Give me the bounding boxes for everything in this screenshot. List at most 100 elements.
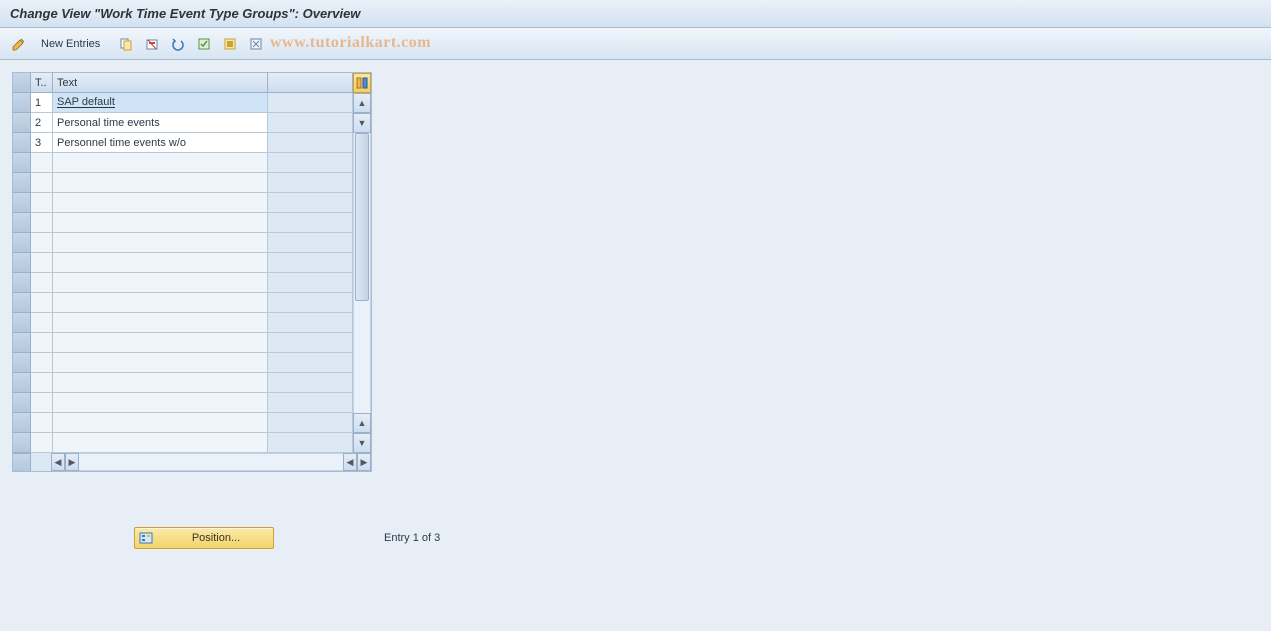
scroll-track[interactable] (353, 133, 371, 413)
cell-type[interactable] (31, 173, 53, 193)
table-row[interactable]: 2Personal time events (13, 113, 353, 133)
row-selector[interactable] (13, 273, 31, 293)
row-selector[interactable] (13, 213, 31, 233)
cell-text[interactable]: SAP default (53, 93, 268, 113)
row-selector[interactable] (13, 93, 31, 113)
cell-text[interactable] (53, 293, 268, 313)
row-selector[interactable] (13, 393, 31, 413)
cell-text[interactable]: Personnel time events w/o (53, 133, 268, 153)
row-selector[interactable] (13, 313, 31, 333)
row-selector[interactable] (13, 293, 31, 313)
cell-text[interactable] (53, 193, 268, 213)
table-row-empty[interactable] (13, 393, 353, 413)
cell-text[interactable] (53, 213, 268, 233)
row-selector[interactable] (13, 233, 31, 253)
vertical-scrollbar[interactable]: ▲ ▼ ▲ ▼ (353, 93, 371, 453)
row-selector[interactable] (13, 433, 31, 453)
horizontal-scrollbar[interactable]: ◀ ▶ ◀ ▶ (13, 453, 371, 471)
cell-text[interactable]: Personal time events (53, 113, 268, 133)
scroll-right-end-icon[interactable]: ▶ (357, 453, 371, 471)
table-row-empty[interactable] (13, 253, 353, 273)
scroll-left-end-icon[interactable]: ◀ (343, 453, 357, 471)
hscroll-track[interactable] (79, 453, 343, 471)
table-row-empty[interactable] (13, 293, 353, 313)
cell-text[interactable] (53, 333, 268, 353)
cell-type[interactable] (31, 393, 53, 413)
change-icon[interactable] (8, 33, 30, 55)
row-selector[interactable] (13, 333, 31, 353)
row-selector-header[interactable] (13, 73, 31, 93)
row-selector[interactable] (13, 253, 31, 273)
table-row-empty[interactable] (13, 193, 353, 213)
scroll-up-end-icon[interactable]: ▲ (353, 413, 371, 433)
cell-type[interactable]: 1 (31, 93, 53, 113)
new-entries-button[interactable]: New Entries (34, 33, 107, 55)
scroll-left-icon[interactable]: ◀ (51, 453, 65, 471)
cell-type[interactable] (31, 253, 53, 273)
cell-text[interactable] (53, 393, 268, 413)
cell-type[interactable] (31, 293, 53, 313)
row-selector[interactable] (13, 113, 31, 133)
row-selector[interactable] (13, 353, 31, 373)
column-header-text[interactable]: Text (53, 73, 268, 93)
scroll-down-icon[interactable]: ▼ (353, 113, 371, 133)
cell-type[interactable] (31, 233, 53, 253)
table-row-empty[interactable] (13, 413, 353, 433)
table-row-empty[interactable] (13, 273, 353, 293)
cell-type[interactable] (31, 313, 53, 333)
deselect-all-icon[interactable] (245, 33, 267, 55)
cell-type[interactable] (31, 413, 53, 433)
cell-spacer (268, 293, 353, 313)
table-row[interactable]: 1SAP default (13, 93, 353, 113)
table-row-empty[interactable] (13, 313, 353, 333)
column-header-type[interactable]: T.. (31, 73, 53, 93)
cell-type[interactable] (31, 153, 53, 173)
cell-text[interactable] (53, 353, 268, 373)
table-row-empty[interactable] (13, 153, 353, 173)
scroll-thumb[interactable] (355, 133, 369, 301)
row-selector[interactable] (13, 373, 31, 393)
table-row-empty[interactable] (13, 333, 353, 353)
row-selector[interactable] (13, 153, 31, 173)
table-row[interactable]: 3Personnel time events w/o (13, 133, 353, 153)
delete-icon[interactable] (141, 33, 163, 55)
cell-type[interactable] (31, 433, 53, 453)
cell-text[interactable] (53, 313, 268, 333)
cell-type[interactable] (31, 213, 53, 233)
table-settings-icon[interactable] (353, 73, 371, 93)
select-all-icon[interactable] (193, 33, 215, 55)
table-row-empty[interactable] (13, 173, 353, 193)
cell-type[interactable] (31, 193, 53, 213)
scroll-right-icon[interactable]: ▶ (65, 453, 79, 471)
row-selector[interactable] (13, 413, 31, 433)
cell-type[interactable] (31, 373, 53, 393)
cell-text[interactable] (53, 373, 268, 393)
table-row-empty[interactable] (13, 433, 353, 453)
cell-text[interactable] (53, 233, 268, 253)
row-selector[interactable] (13, 133, 31, 153)
table-row-empty[interactable] (13, 353, 353, 373)
undo-icon[interactable] (167, 33, 189, 55)
cell-text[interactable] (53, 253, 268, 273)
copy-icon[interactable] (115, 33, 137, 55)
cell-type[interactable] (31, 353, 53, 373)
scroll-up-icon[interactable]: ▲ (353, 93, 371, 113)
cell-type[interactable]: 3 (31, 133, 53, 153)
cell-text[interactable] (53, 173, 268, 193)
watermark-text: www.tutorialkart.com (270, 34, 431, 52)
cell-text[interactable] (53, 273, 268, 293)
cell-type[interactable]: 2 (31, 113, 53, 133)
cell-text[interactable] (53, 413, 268, 433)
scroll-down-end-icon[interactable]: ▼ (353, 433, 371, 453)
table-row-empty[interactable] (13, 233, 353, 253)
row-selector[interactable] (13, 193, 31, 213)
table-row-empty[interactable] (13, 373, 353, 393)
table-row-empty[interactable] (13, 213, 353, 233)
select-block-icon[interactable] (219, 33, 241, 55)
row-selector[interactable] (13, 173, 31, 193)
cell-type[interactable] (31, 333, 53, 353)
cell-type[interactable] (31, 273, 53, 293)
cell-text[interactable] (53, 153, 268, 173)
position-button[interactable]: Position... (134, 527, 274, 549)
cell-text[interactable] (53, 433, 268, 453)
